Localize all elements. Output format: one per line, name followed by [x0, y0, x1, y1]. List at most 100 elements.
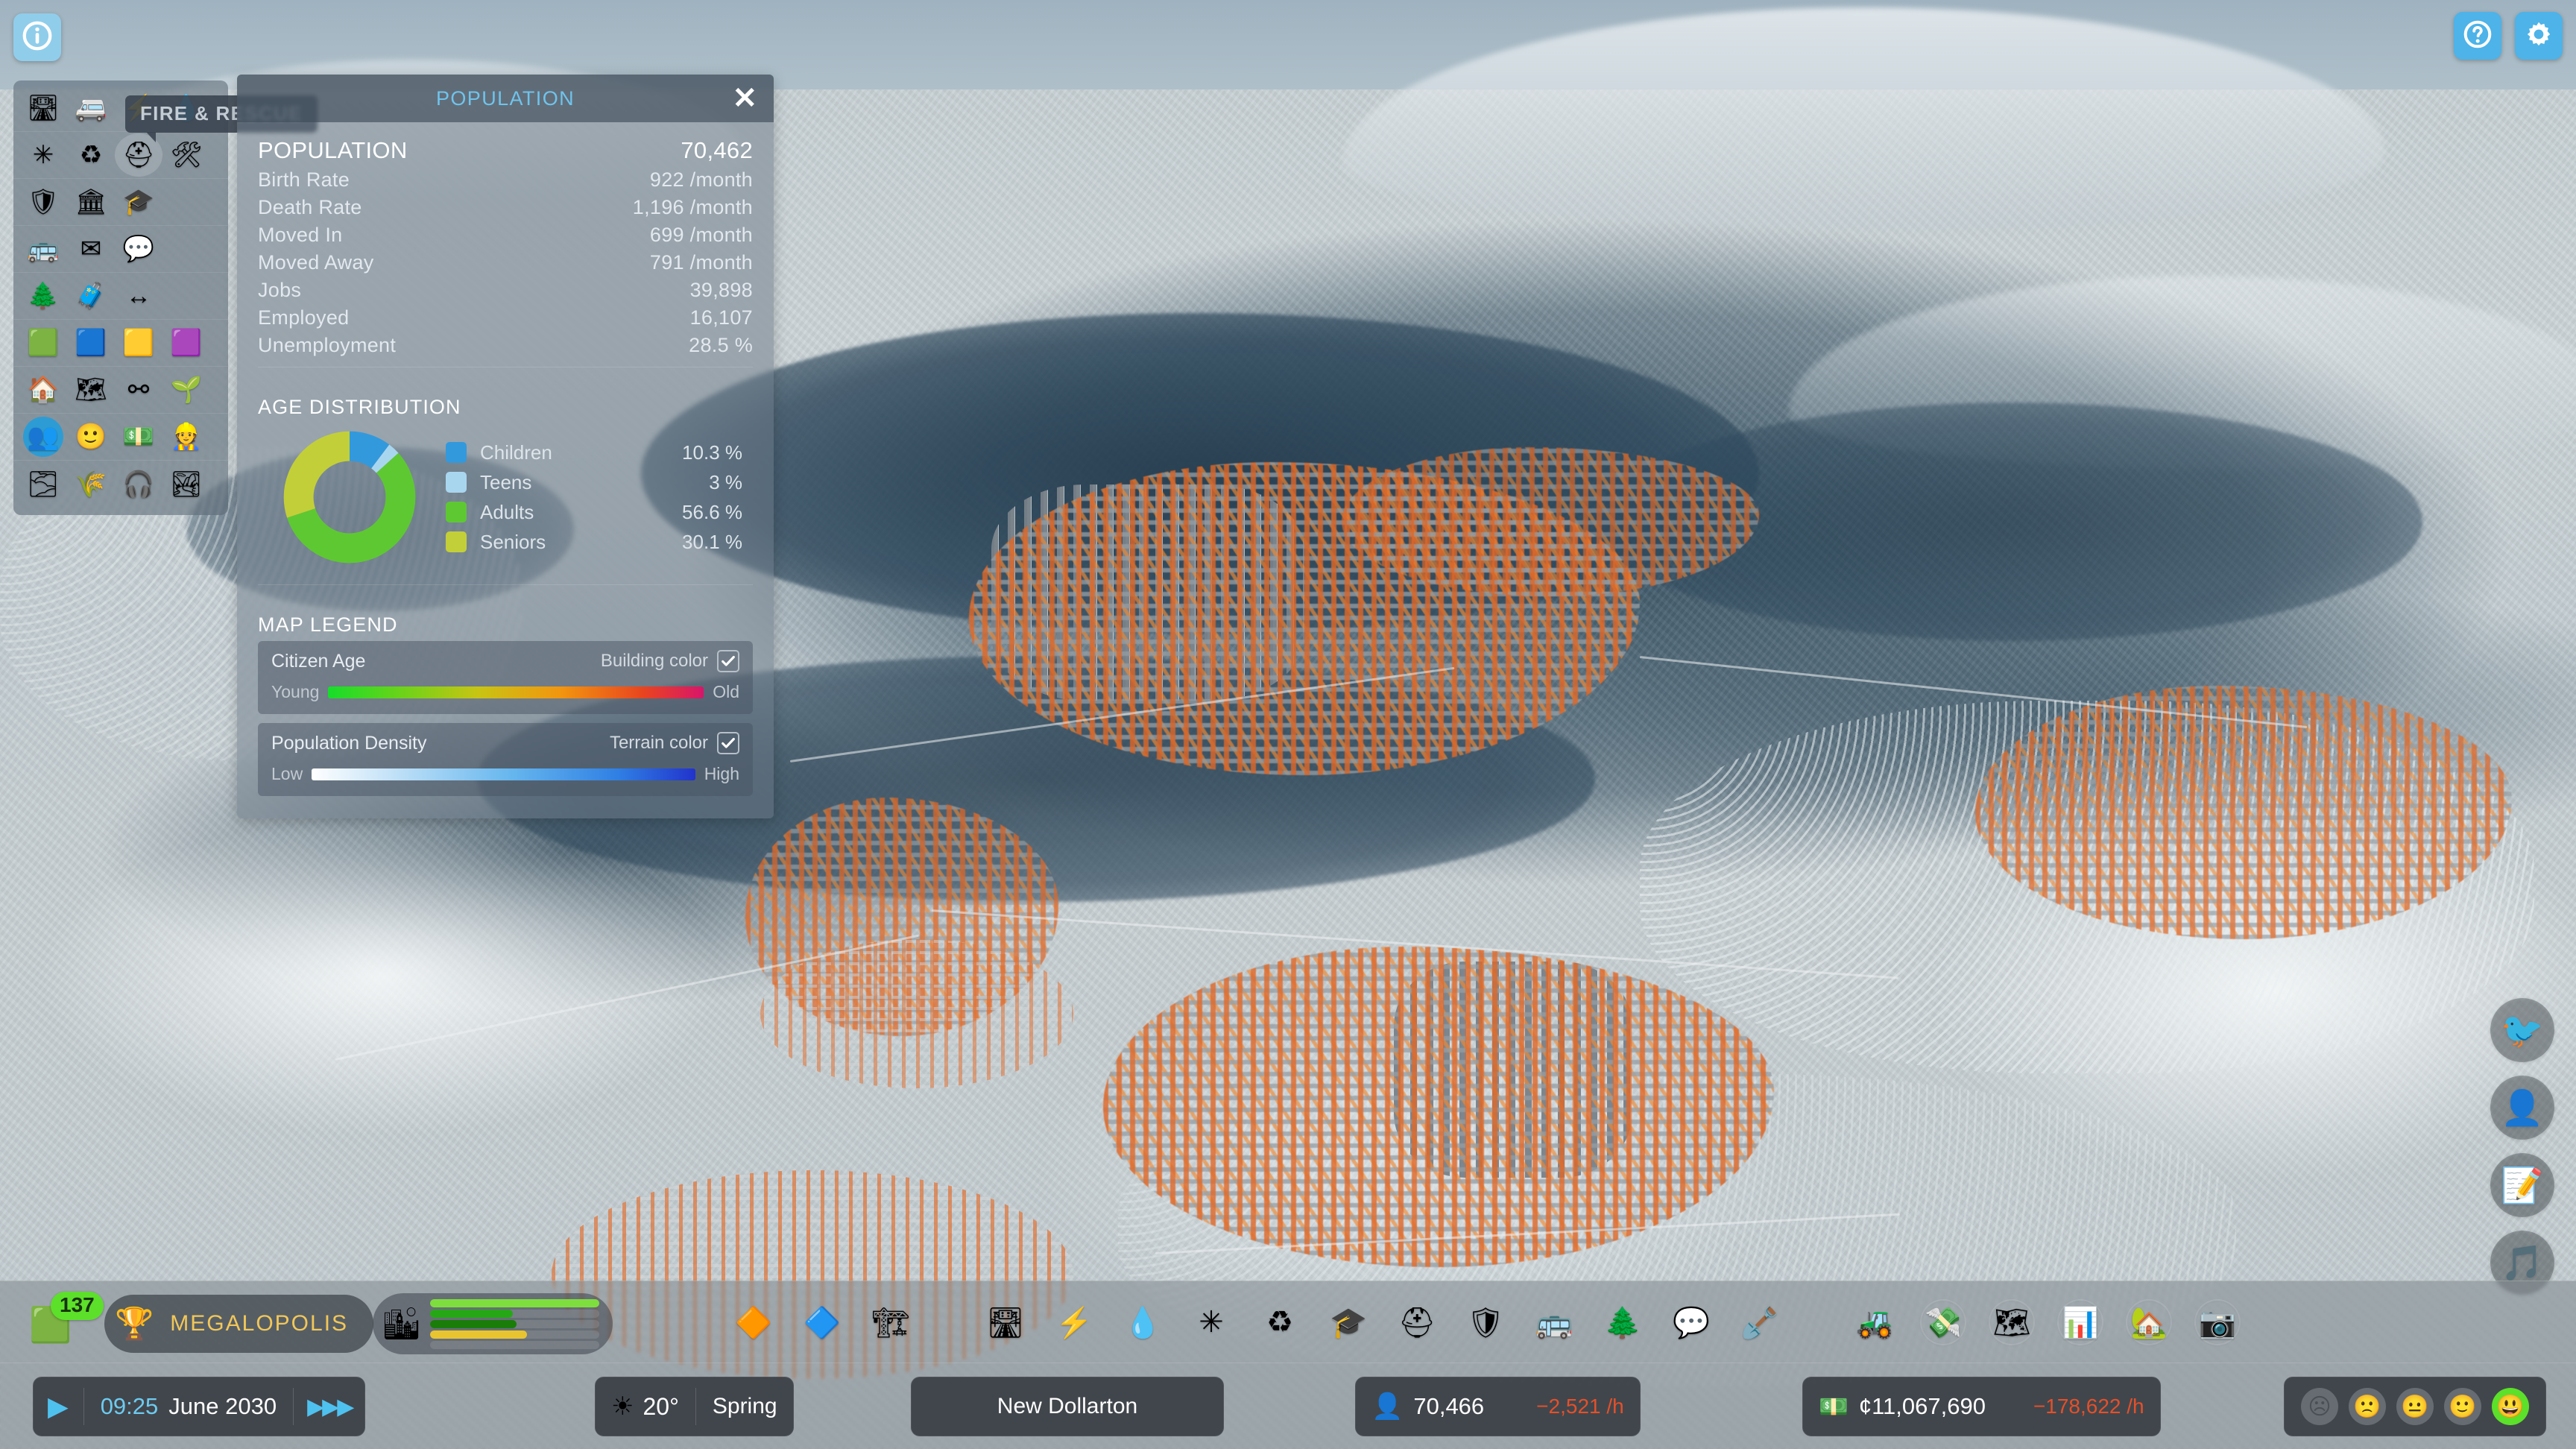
left-toolbar[interactable]: 🛣🚐⚡💧✳♻⛑🛠🛡🏛🎓🚌✉💬🌲🧳↔🟩🟦🟨🟪🏠🗺⚯🌱👥🙂💵👷🌫🌾🎧🏞	[13, 80, 228, 515]
district-tool[interactable]: 🔷	[799, 1299, 845, 1345]
residential-high-demand	[430, 1320, 517, 1328]
season-display: Spring	[696, 1377, 794, 1436]
info-button[interactable]	[13, 13, 61, 61]
tool-tourism[interactable]: 🧳	[67, 274, 115, 318]
policies-button[interactable]: 📝	[2481, 1146, 2564, 1224]
weather-widget[interactable]: ☀ 20° Spring	[595, 1377, 794, 1436]
population-widget[interactable]: 👤 70,466 −2,521 /h	[1355, 1377, 1641, 1436]
area-tool[interactable]: 🏗	[868, 1299, 914, 1345]
fire-tool[interactable]: ⛑	[1394, 1299, 1440, 1345]
chirper-tool[interactable]: 💬	[1668, 1299, 1714, 1345]
settings-button[interactable]	[2515, 12, 2563, 60]
tool-outside-connections[interactable]: ↔	[115, 274, 162, 318]
right-rail[interactable]: 🐦👤📝🎵	[2481, 991, 2564, 1301]
tool-population[interactable]: 👥	[19, 415, 67, 458]
district-outline-icon: 🔷	[804, 1305, 841, 1340]
help-button[interactable]	[2454, 12, 2501, 60]
tool-public-transport[interactable]: 🚌	[19, 227, 67, 271]
population-panel[interactable]: POPULATION ✕ POPULATION70,462Birth Rate9…	[237, 75, 774, 818]
tool-water-resource[interactable]: 🏞	[162, 463, 210, 506]
education-tool[interactable]: 🎓	[1325, 1299, 1371, 1345]
tool-land-value[interactable]: 🏠	[19, 368, 67, 411]
roads-tool[interactable]: 🛣	[982, 1299, 1029, 1345]
zoning-tool[interactable]: 🔶	[730, 1299, 777, 1345]
fire-helmet-icon: ⛑	[122, 142, 154, 168]
tool-zone-residential[interactable]: 🟩	[19, 321, 67, 364]
milestone-button[interactable]: 🏆 MEGALOPOLIS	[104, 1295, 373, 1353]
envelope-icon: ✉	[80, 236, 102, 262]
water-map-icon: 🏞	[170, 472, 202, 497]
tool-ground-pollution[interactable]: 🌱	[162, 368, 210, 411]
citizen-button[interactable]: 👤	[2481, 1069, 2564, 1146]
play-icon[interactable]: ▶	[33, 1391, 83, 1422]
bottom-bar[interactable]: 🟩 137 🏆 MEGALOPOLIS 🏙 🔶 🔷 🏗 🛣 ⚡ 💧 ✳ ♻ 🎓 ⛑ 🛡 🚌 🌲 💬 🪏 🚜 💸 🗺…	[0, 1281, 2576, 1449]
city-name-widget[interactable]: New Dollarton	[911, 1377, 1224, 1436]
tool-roads-maintenance[interactable]: 🛠	[162, 133, 210, 177]
demand-indicator[interactable]: 🏙	[373, 1293, 613, 1354]
tool-transport[interactable]: 🚐	[67, 86, 115, 130]
tiles-button[interactable]: 🟩 137	[16, 1293, 85, 1356]
photo-mode[interactable]: 📷	[2194, 1299, 2241, 1345]
money-widget[interactable]: 💵 ¢11,067,690 −178,622 /h	[1802, 1377, 2161, 1436]
age-group-value: 56.6 %	[682, 501, 753, 524]
tool-happiness[interactable]: 🙂	[67, 415, 115, 458]
tool-traffic-routes[interactable]: ⚯	[115, 368, 162, 411]
tool-zone-industrial[interactable]: 🟪	[162, 321, 210, 364]
date-label: June 2030	[168, 1393, 277, 1420]
parks-tool[interactable]: 🌲	[1600, 1299, 1646, 1345]
garbage-tool[interactable]: ♻	[1257, 1299, 1303, 1345]
legend-checkbox[interactable]	[717, 650, 739, 672]
landscaping-tool[interactable]: 🪏	[1737, 1299, 1783, 1345]
tool-noise-pollution[interactable]: 🎧	[115, 463, 162, 506]
tool-zone-office[interactable]: 🟦	[67, 321, 115, 364]
tool-money[interactable]: 💵	[115, 415, 162, 458]
stat-label: Death Rate	[258, 196, 362, 219]
very-happy-face[interactable]: 😃	[2492, 1388, 2529, 1425]
city-info-panel[interactable]: 🏡	[2126, 1299, 2172, 1345]
map-legend-list: Citizen AgeBuilding colorYoungOldPopulat…	[258, 641, 753, 796]
speech-bubble-icon: 💬	[1673, 1305, 1710, 1340]
statistics-panel[interactable]: 📊	[2057, 1299, 2103, 1345]
fast-forward-icon[interactable]: ▶▶▶	[294, 1394, 365, 1420]
bulldozer-tool[interactable]: 🚜	[1852, 1299, 1898, 1345]
house-icon: 🏠	[28, 377, 59, 402]
money-delta: −178,622 /h	[2033, 1395, 2144, 1418]
legend-name: Citizen Age	[271, 651, 365, 672]
electricity-tool[interactable]: ⚡	[1051, 1299, 1097, 1345]
happy-face[interactable]: 🙂	[2444, 1388, 2481, 1425]
tool-budget-map[interactable]: 🗺	[67, 368, 115, 411]
time-control[interactable]: ▶ 09:25 June 2030 ▶▶▶	[33, 1377, 365, 1436]
tool-parks[interactable]: 🌲	[19, 274, 67, 318]
very-unhappy-face[interactable]: ☹	[2301, 1388, 2338, 1425]
tool-healthcare[interactable]: ✳	[19, 133, 67, 177]
happiness-widget[interactable]: ☹ 🙁 😐 🙂 😃	[2284, 1377, 2546, 1436]
map-panel[interactable]: 🗺	[1989, 1299, 2035, 1345]
police-tool[interactable]: 🛡	[1462, 1299, 1509, 1345]
tool-zone-commercial[interactable]: 🟨	[115, 321, 162, 364]
tool-soil-fertility[interactable]: 🌾	[67, 463, 115, 506]
neutral-face[interactable]: 😐	[2396, 1388, 2434, 1425]
transport-tool[interactable]: 🚌	[1531, 1299, 1577, 1345]
tool-education[interactable]: 🎓	[115, 180, 162, 224]
tool-garbage[interactable]: ♻	[67, 133, 115, 177]
healthcare-tool[interactable]: ✳	[1188, 1299, 1234, 1345]
stat-label: Birth Rate	[258, 168, 350, 192]
bulldozer-icon: 🚜	[1856, 1305, 1893, 1340]
tool-air-pollution[interactable]: 🌫	[19, 463, 67, 506]
age-legend-row: Teens3 %	[446, 467, 753, 497]
close-icon[interactable]: ✕	[732, 86, 757, 110]
legend-checkbox[interactable]	[717, 732, 739, 754]
tool-police[interactable]: 🛡	[19, 180, 67, 224]
tool-workers[interactable]: 👷	[162, 415, 210, 458]
tool-chirper-feed[interactable]: 💬	[115, 227, 162, 271]
tool-post[interactable]: ✉	[67, 227, 115, 271]
chirper-button[interactable]: 🐦	[2481, 991, 2564, 1069]
main-toolbar[interactable]: 🔶 🔷 🏗 🛣 ⚡ 💧 ✳ ♻ 🎓 ⛑ 🛡 🚌 🌲 💬 🪏 🚜 💸 🗺 📊 🏡 📷	[730, 1281, 2576, 1363]
unhappy-face[interactable]: 🙁	[2349, 1388, 2386, 1425]
toolbar-row: 🚌 ✉ 💬	[13, 226, 228, 273]
water-tool[interactable]: 💧	[1120, 1299, 1166, 1345]
tool-government[interactable]: 🏛	[67, 180, 115, 224]
worker-icon: 👷	[171, 424, 202, 449]
economy-panel[interactable]: 💸	[1920, 1299, 1966, 1345]
tool-roads[interactable]: 🛣	[19, 86, 67, 130]
